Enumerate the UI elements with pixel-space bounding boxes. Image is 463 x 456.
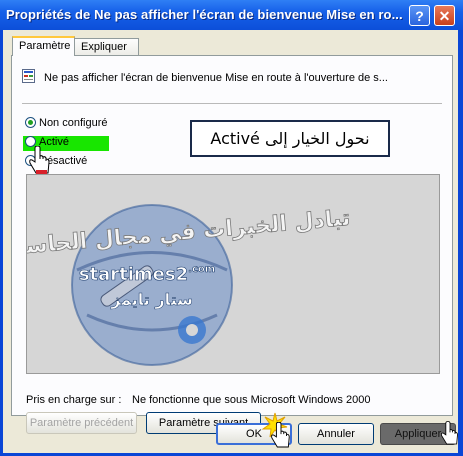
window-title: Propriétés de Ne pas afficher l'écran de…	[6, 7, 403, 22]
separator	[22, 103, 442, 104]
supported-on-label: Pris en charge sur :	[26, 394, 122, 406]
dialog-client-area: Paramètre Expliquer Ne pas afficher l'éc…	[3, 30, 458, 453]
properties-window: Propriétés de Ne pas afficher l'écran de…	[0, 0, 463, 456]
startimes-watermark: تبادل الخبرات في مجال الحاسب startimes2.…	[27, 204, 352, 366]
previous-setting-button[interactable]: Paramètre précédent	[26, 412, 137, 434]
hand-cursor-icon	[29, 146, 50, 174]
cancel-button[interactable]: Annuler	[298, 423, 374, 445]
description-area: تبادل الخبرات في مجال الحاسب startimes2.…	[26, 174, 440, 374]
watermark-brand-arabic: ستار تايمز	[110, 290, 193, 309]
close-button[interactable]: ✕	[434, 5, 455, 26]
radio-non-configure[interactable]: Non configuré	[25, 117, 108, 129]
radio-label: Non configuré	[39, 117, 108, 129]
help-button[interactable]: ?	[409, 5, 430, 26]
supported-on-value: Ne fonctionne que sous Microsoft Windows…	[132, 394, 371, 406]
hand-cursor-icon	[441, 421, 458, 445]
settings-panel: Ne pas afficher l'écran de bienvenue Mis…	[11, 55, 453, 434]
radio-indicator[interactable]	[25, 117, 36, 128]
tab-parametre[interactable]: Paramètre	[12, 36, 75, 56]
tab-expliquer[interactable]: Expliquer	[74, 38, 139, 56]
title-bar[interactable]: Propriétés de Ne pas afficher l'écran de…	[0, 0, 463, 30]
policy-setting-icon	[22, 69, 35, 83]
hand-cursor-icon	[271, 422, 290, 448]
instruction-callout: نحول الخيار إلى Activé	[190, 120, 390, 157]
policy-name: Ne pas afficher l'écran de bienvenue Mis…	[44, 72, 388, 84]
